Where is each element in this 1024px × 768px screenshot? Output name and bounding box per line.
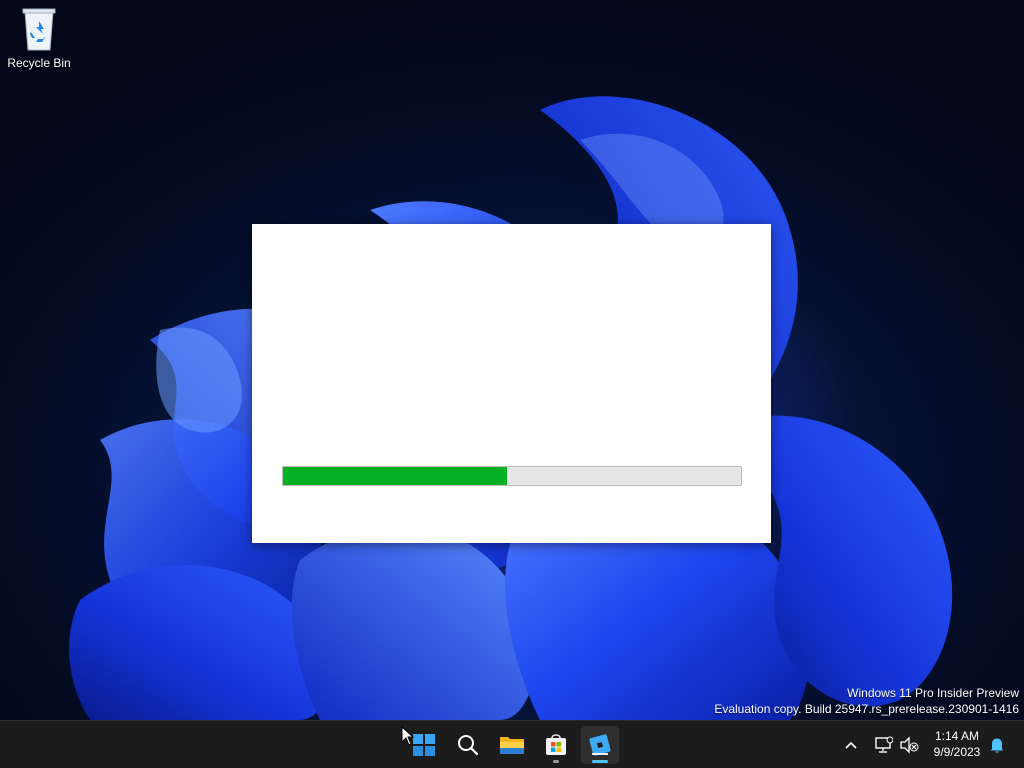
watermark-line-2: Evaluation copy. Build 25947.rs_prerelea… xyxy=(714,702,1019,716)
desktop-icon-label: Recycle Bin xyxy=(7,56,71,70)
taskbar-app-microsoft-store[interactable] xyxy=(537,726,575,764)
search-icon xyxy=(458,735,479,756)
mouse-cursor-icon xyxy=(401,726,415,746)
taskbar-app-file-explorer[interactable] xyxy=(493,726,531,764)
network-icon xyxy=(875,736,893,753)
desktop: Recycle Bin Windows 11 Pro Insider Previ… xyxy=(0,0,1024,720)
progress-bar xyxy=(282,466,742,486)
start-icon xyxy=(413,734,435,756)
watermark-line-1: Windows 11 Pro Insider Preview xyxy=(847,686,1019,700)
volume-muted-icon xyxy=(900,736,919,754)
file-explorer-icon xyxy=(500,737,524,754)
microsoft-store-icon xyxy=(546,734,566,755)
search-button[interactable] xyxy=(449,726,487,764)
taskbar-app-roblox[interactable] xyxy=(581,726,619,764)
running-indicator xyxy=(553,760,559,763)
taskbar-clock[interactable]: 1:14 AM 9/9/2023 xyxy=(926,728,988,760)
desktop-icon-recycle-bin[interactable]: Recycle Bin xyxy=(4,6,74,76)
show-hidden-icons-button[interactable] xyxy=(839,733,863,757)
evaluation-watermark: Windows 11 Pro Insider Preview Evaluatio… xyxy=(714,685,1019,717)
chevron-up-icon xyxy=(845,741,857,749)
volume-button[interactable] xyxy=(897,733,921,757)
active-indicator xyxy=(592,760,608,763)
taskbar: 1:14 AM 9/9/2023 xyxy=(0,720,1024,768)
network-button[interactable] xyxy=(871,733,895,757)
roblox-icon xyxy=(589,734,611,756)
recycle-bin-icon xyxy=(22,8,56,51)
splash-window xyxy=(252,224,771,543)
clock-date: 9/9/2023 xyxy=(933,745,981,759)
notification-bell-icon xyxy=(990,738,1004,753)
notification-center-button[interactable] xyxy=(985,733,1009,757)
clock-time: 1:14 AM xyxy=(934,729,980,743)
progress-bar-fill xyxy=(283,467,508,485)
